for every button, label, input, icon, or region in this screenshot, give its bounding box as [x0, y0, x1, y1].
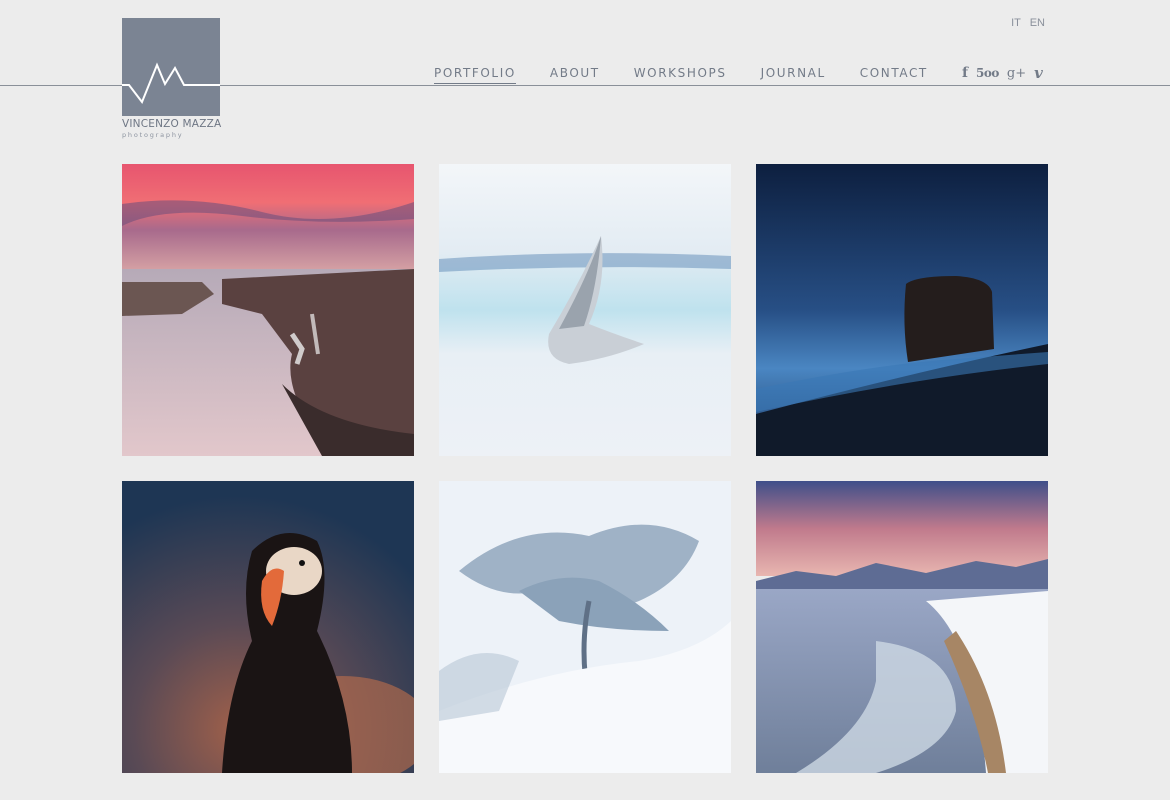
nav-portfolio[interactable]: PORTFOLIO	[434, 66, 516, 84]
social-links: f 5oo g+ v	[962, 64, 1051, 82]
lang-en[interactable]: EN	[1030, 17, 1045, 29]
logo-name: VINCENZO MAZZA	[122, 118, 222, 130]
500px-icon[interactable]: 5oo	[976, 66, 999, 80]
main-nav: PORTFOLIO ABOUT WORKSHOPS JOURNAL CONTAC…	[434, 66, 962, 84]
logo-mark	[122, 18, 220, 116]
vimeo-icon[interactable]: v	[1034, 64, 1043, 82]
photo-frozen-lake-shore[interactable]	[756, 481, 1048, 773]
site-logo[interactable]: VINCENZO MAZZA photography	[122, 18, 222, 139]
photo-puffin-portrait[interactable]	[122, 481, 414, 773]
photo-seagull-flight[interactable]	[439, 164, 731, 456]
photo-snowy-tree[interactable]	[439, 481, 731, 773]
nav-contact[interactable]: CONTACT	[860, 66, 928, 84]
google-plus-icon[interactable]: g+	[1007, 66, 1026, 81]
photo-sea-stack-night[interactable]	[756, 164, 1048, 456]
nav-about[interactable]: ABOUT	[550, 66, 600, 84]
lang-it[interactable]: IT	[1011, 17, 1021, 29]
nav-journal[interactable]: JOURNAL	[761, 66, 826, 84]
photo-waterfall-canyon[interactable]	[122, 164, 414, 456]
logo-tagline: photography	[122, 131, 184, 139]
nav-workshops[interactable]: WORKSHOPS	[634, 66, 727, 84]
facebook-icon[interactable]: f	[962, 65, 968, 81]
language-switcher: IT EN	[1005, 17, 1045, 29]
